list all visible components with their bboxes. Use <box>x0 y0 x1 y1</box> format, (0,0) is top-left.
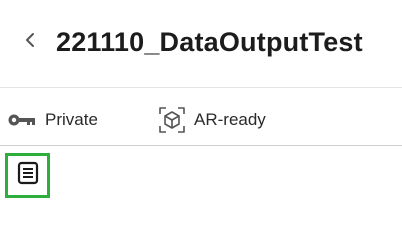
model-meta-row: Private AR-ready <box>0 96 402 146</box>
visibility-indicator: Private <box>8 104 98 136</box>
ar-ready-indicator: AR-ready <box>158 104 266 136</box>
notes-button[interactable] <box>5 153 50 198</box>
key-icon <box>8 113 36 127</box>
document-list-icon <box>17 161 39 190</box>
chevron-left-icon <box>23 31 37 54</box>
visibility-label: Private <box>45 110 98 129</box>
model-detail-panel: 221110_DataOutputTest Private AR-ready <box>0 0 402 209</box>
page-header: 221110_DataOutputTest <box>0 0 402 88</box>
ar-cube-icon <box>158 106 186 134</box>
ar-ready-label: AR-ready <box>194 110 266 129</box>
back-button[interactable] <box>16 28 44 56</box>
page-title: 221110_DataOutputTest <box>56 27 363 57</box>
